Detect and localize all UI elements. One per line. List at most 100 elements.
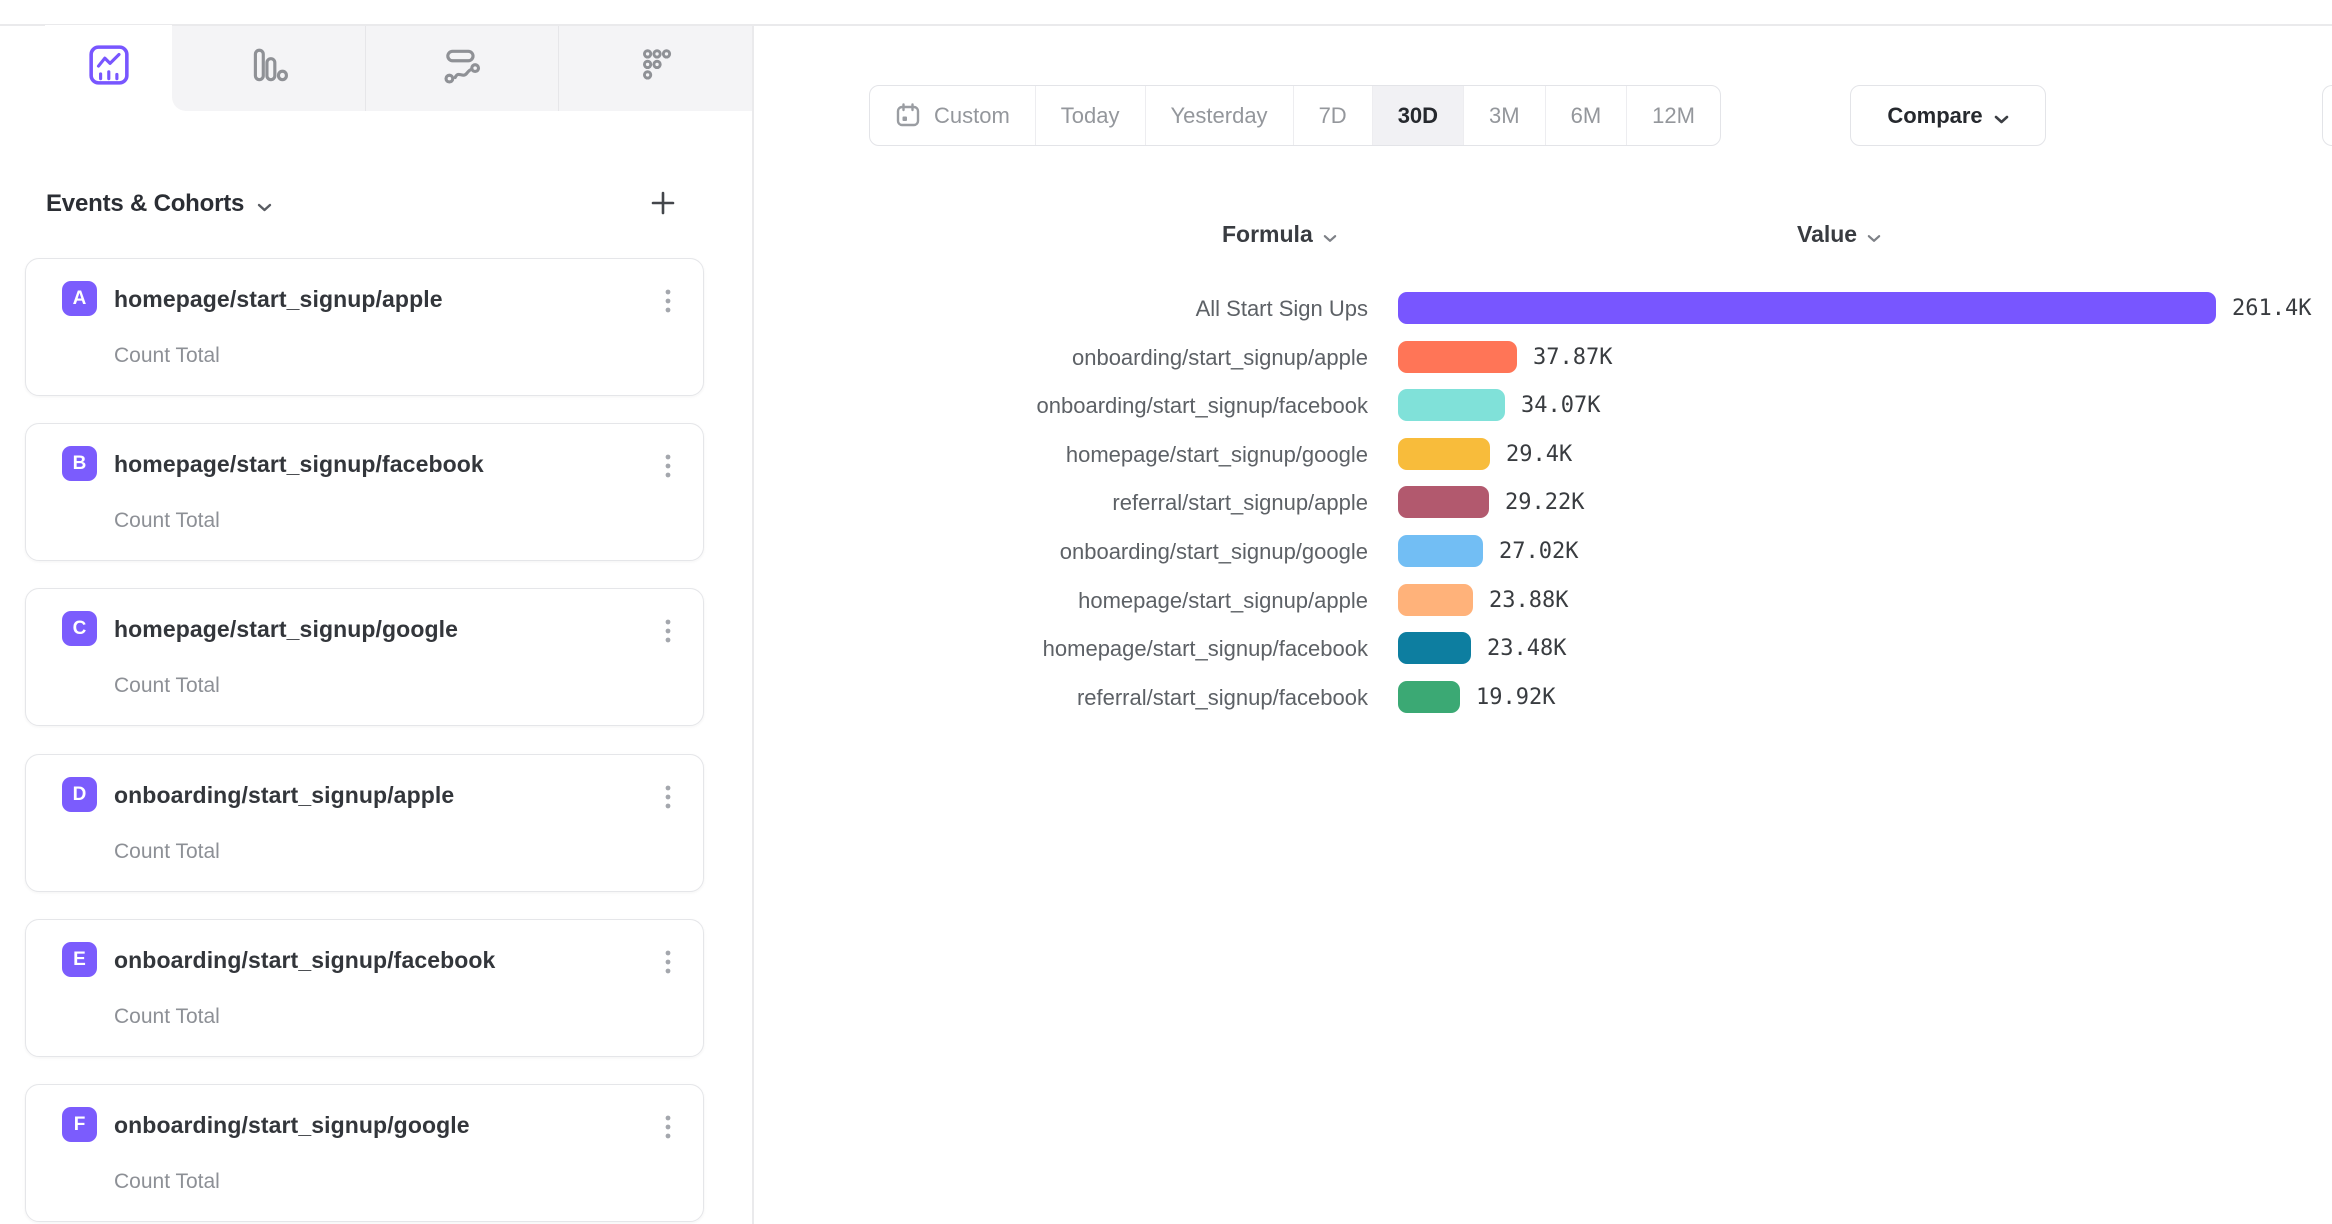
line-chart-icon — [88, 44, 130, 91]
clipped-edge-button[interactable] — [2322, 85, 2332, 146]
row-value: 37.87K — [1533, 341, 1612, 373]
row-label: homepage/start_signup/facebook — [850, 632, 1368, 664]
event-options-kebab[interactable] — [649, 942, 687, 988]
range-yesterday[interactable]: Yesterday — [1145, 86, 1293, 145]
row-value: 19.92K — [1476, 681, 1555, 713]
calendar-icon — [895, 102, 921, 129]
row-bar[interactable] — [1398, 632, 1471, 664]
tab-insights[interactable] — [45, 25, 172, 110]
row-bar[interactable] — [1398, 389, 1505, 421]
flow-icon — [441, 45, 483, 92]
row-label: All Start Sign Ups — [850, 292, 1368, 324]
row-bar[interactable] — [1398, 486, 1489, 518]
row-value: 27.02K — [1499, 535, 1578, 567]
event-letter-badge: E — [62, 942, 97, 977]
date-range-selector: Custom Today Yesterday 7D 30D 3M 6M 12M — [869, 85, 1721, 146]
event-options-kebab[interactable] — [649, 777, 687, 823]
event-options-kebab[interactable] — [649, 446, 687, 492]
row-bar[interactable] — [1398, 681, 1460, 713]
event-card[interactable]: Ahomepage/start_signup/appleCount Total — [25, 258, 704, 396]
event-name: onboarding/start_signup/facebook — [114, 947, 495, 974]
range-label: Today — [1061, 103, 1120, 129]
row-value: 261.4K — [2232, 292, 2311, 324]
range-custom[interactable]: Custom — [870, 86, 1035, 145]
row-value: 23.48K — [1487, 632, 1566, 664]
row-label: homepage/start_signup/google — [850, 438, 1368, 470]
sidebar-divider — [752, 25, 754, 1224]
row-bar[interactable] — [1398, 438, 1490, 470]
chevron-down-icon — [1994, 104, 2009, 130]
row-label: homepage/start_signup/apple — [850, 584, 1368, 616]
events-cohorts-title: Events & Cohorts — [46, 190, 244, 218]
retention-dots-icon — [635, 45, 677, 92]
row-value: 34.07K — [1521, 389, 1600, 421]
event-card[interactable]: Bhomepage/start_signup/facebook Count Tot… — [25, 423, 704, 561]
event-name: onboarding/start_signup/google — [114, 1112, 470, 1139]
row-label: referral/start_signup/apple — [850, 486, 1368, 518]
range-label: 30D — [1398, 103, 1438, 129]
row-label: onboarding/start_signup/facebook — [850, 389, 1368, 421]
formula-column-header[interactable]: Formula — [1222, 219, 1337, 249]
chevron-down-icon — [1867, 222, 1881, 249]
event-card[interactable]: Fonboarding/start_signup/google Count Tot… — [25, 1084, 704, 1222]
range-6m[interactable]: 6M — [1545, 86, 1627, 145]
events-cohorts-header: Events & Cohorts — [46, 188, 272, 219]
plus-icon — [647, 187, 679, 222]
event-letter-badge: D — [62, 777, 97, 812]
range-label: Custom — [934, 103, 1010, 129]
add-event-button[interactable] — [641, 182, 685, 226]
range-label: 7D — [1319, 103, 1347, 129]
event-metric: Count Total — [114, 344, 220, 368]
bar-chart-icon — [247, 45, 289, 92]
event-letter-badge: B — [62, 446, 97, 481]
range-label: 6M — [1571, 103, 1602, 129]
range-today[interactable]: Today — [1035, 86, 1145, 145]
event-card-list: Ahomepage/start_signup/appleCount Total B… — [25, 258, 707, 1224]
tab-retention[interactable] — [558, 26, 752, 111]
row-bar[interactable] — [1398, 535, 1483, 567]
event-options-kebab[interactable] — [649, 611, 687, 657]
event-card[interactable]: Donboarding/start_signup/apple Count Tota… — [25, 754, 704, 892]
event-metric: Count Total — [114, 840, 220, 864]
event-name: homepage/start_signup/google — [114, 616, 458, 643]
range-3m[interactable]: 3M — [1463, 86, 1545, 145]
formula-label: Formula — [1222, 221, 1313, 248]
row-value: 23.88K — [1489, 584, 1568, 616]
row-bar[interactable] — [1398, 341, 1517, 373]
range-30d[interactable]: 30D — [1372, 86, 1463, 145]
event-name: homepage/start_signup/facebook — [114, 451, 484, 478]
value-label: Value — [1797, 221, 1857, 248]
row-bar[interactable] — [1398, 292, 2216, 324]
event-metric: Count Total — [114, 509, 220, 533]
event-options-kebab[interactable] — [649, 281, 687, 327]
insights-report-page: { "tabs": { "active": "insights", "items… — [0, 0, 2332, 1224]
row-value: 29.22K — [1505, 486, 1584, 518]
chevron-down-icon — [1323, 222, 1337, 249]
compare-label: Compare — [1887, 103, 1982, 129]
range-label: 12M — [1652, 103, 1695, 129]
row-label: onboarding/start_signup/apple — [850, 341, 1368, 373]
range-label: Yesterday — [1171, 103, 1268, 129]
range-7d[interactable]: 7D — [1293, 86, 1372, 145]
event-name: onboarding/start_signup/apple — [114, 782, 454, 809]
chevron-down-icon[interactable] — [257, 191, 272, 219]
event-letter-badge: C — [62, 611, 97, 646]
event-letter-badge: A — [62, 281, 97, 316]
range-label: 3M — [1489, 103, 1520, 129]
event-metric: Count Total — [114, 674, 220, 698]
event-letter-badge: F — [62, 1107, 97, 1142]
range-12m[interactable]: 12M — [1626, 86, 1720, 145]
compare-button[interactable]: Compare — [1850, 85, 2046, 146]
chart-type-tabs — [172, 26, 752, 111]
tab-flow[interactable] — [365, 26, 559, 111]
value-column-header[interactable]: Value — [1797, 219, 1881, 249]
event-metric: Count Total — [114, 1170, 220, 1194]
tab-bar-chart[interactable] — [172, 26, 365, 111]
event-card[interactable]: Eonboarding/start_signup/facebook Count T… — [25, 919, 704, 1057]
row-label: onboarding/start_signup/google — [850, 535, 1368, 567]
row-bar[interactable] — [1398, 584, 1473, 616]
event-card[interactable]: Chomepage/start_signup/google Count Total — [25, 588, 704, 726]
row-label: referral/start_signup/facebook — [850, 681, 1368, 713]
event-metric: Count Total — [114, 1005, 220, 1029]
event-options-kebab[interactable] — [649, 1107, 687, 1153]
